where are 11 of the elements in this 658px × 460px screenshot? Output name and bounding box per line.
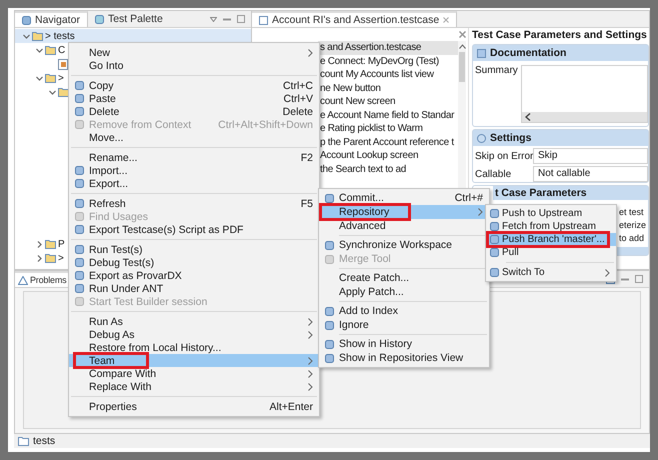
description-text: et test xyxy=(619,206,645,219)
field-label: Skip on Error xyxy=(475,150,533,162)
panel-title: Test Case Parameters and Settings xyxy=(472,28,648,42)
field-label: Callable xyxy=(475,168,512,180)
description-text: to add xyxy=(619,232,646,245)
status-text: tests xyxy=(33,435,56,447)
section-title: t Case Parameters xyxy=(495,187,587,199)
description-text: eterize xyxy=(619,219,648,232)
section-title: Settings xyxy=(490,132,532,144)
section-title: Documentation xyxy=(490,47,566,59)
field-label: Summary xyxy=(475,65,518,78)
